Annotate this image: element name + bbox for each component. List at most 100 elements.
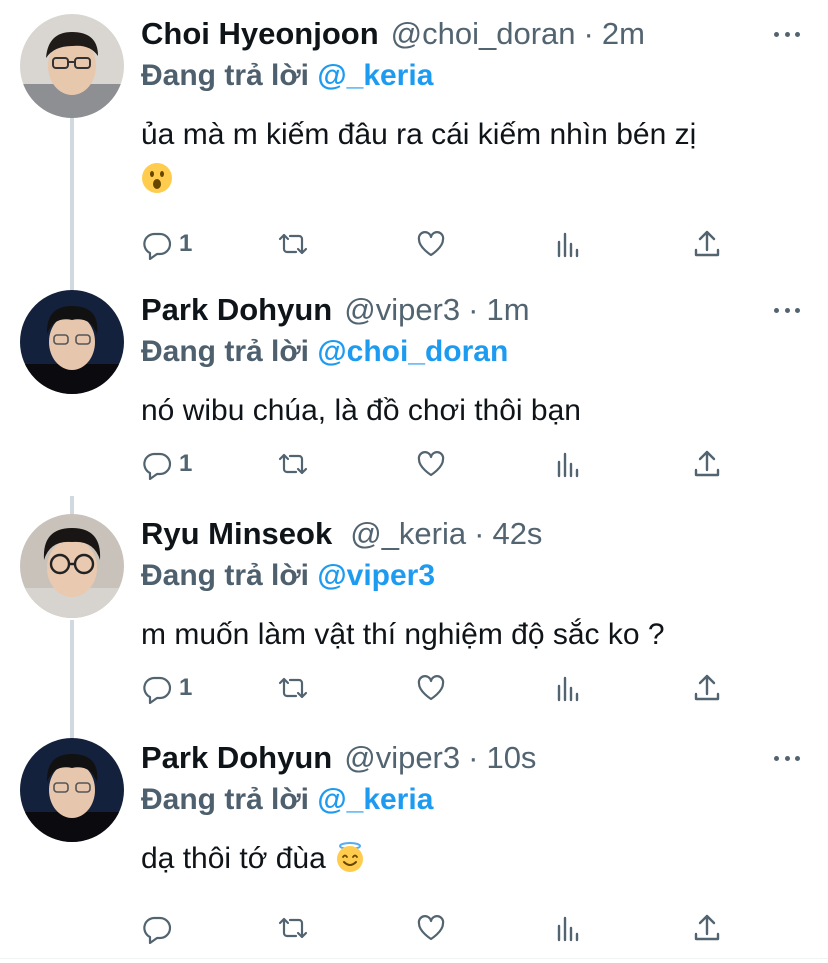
retweet-icon bbox=[278, 453, 308, 475]
display-name[interactable]: Choi Hyeonjoon bbox=[141, 16, 379, 52]
share-upload-icon bbox=[694, 674, 720, 701]
analytics-button[interactable] bbox=[553, 668, 585, 708]
tweet-header: Park Dohyun @viper3 · 1m bbox=[141, 290, 530, 330]
heart-icon bbox=[417, 451, 445, 477]
share-button[interactable] bbox=[691, 668, 723, 708]
bar-chart-icon bbox=[557, 916, 579, 942]
avatar-photo-icon bbox=[20, 738, 124, 842]
like-button[interactable] bbox=[415, 908, 447, 948]
like-button[interactable] bbox=[415, 444, 447, 484]
share-button[interactable] bbox=[691, 224, 723, 264]
heart-icon bbox=[417, 231, 445, 257]
thread-connector-line bbox=[70, 496, 74, 514]
speech-bubble-icon bbox=[143, 452, 172, 480]
tweet[interactable]: Ryu Minseok @_keria · 42s Đang trả lời @… bbox=[0, 514, 828, 714]
display-name[interactable]: Ryu Minseok bbox=[141, 516, 332, 552]
tweet-text-content: nó wibu chúa, là đồ chơi thôi bạn bbox=[141, 394, 581, 427]
reply-button[interactable]: 1 bbox=[141, 444, 192, 484]
tweet-actions: 1 bbox=[141, 668, 741, 708]
avatar[interactable] bbox=[20, 514, 124, 618]
tweet-text: dạ thôi tớ đùa bbox=[141, 836, 801, 881]
replying-to-line: Đang trả lời @_keria bbox=[141, 59, 433, 93]
tweet-header: Choi Hyeonjoon @choi_doran · 2m bbox=[141, 14, 645, 54]
share-button[interactable] bbox=[691, 444, 723, 484]
more-dots-icon[interactable] bbox=[774, 24, 800, 44]
bar-chart-icon bbox=[557, 452, 579, 478]
timestamp[interactable]: 2m bbox=[602, 16, 645, 52]
timestamp[interactable]: 10s bbox=[486, 740, 536, 776]
reply-to-mention[interactable]: @_keria bbox=[317, 59, 433, 92]
speech-bubble-icon bbox=[143, 676, 172, 704]
share-upload-icon bbox=[694, 914, 720, 941]
share-upload-icon bbox=[694, 230, 720, 257]
hushed-face-emoji bbox=[141, 162, 173, 194]
retweet-icon bbox=[278, 917, 308, 939]
reply-button[interactable] bbox=[141, 908, 179, 948]
reply-to-mention[interactable]: @_keria bbox=[317, 783, 433, 816]
retweet-button[interactable] bbox=[277, 224, 309, 264]
speech-bubble-icon bbox=[143, 232, 172, 260]
user-handle[interactable]: @choi_doran bbox=[391, 16, 576, 52]
user-handle[interactable]: @viper3 bbox=[344, 740, 460, 776]
replying-label: Đang trả lời bbox=[141, 783, 310, 816]
tweet[interactable]: Choi Hyeonjoon @choi_doran · 2m Đang trả… bbox=[0, 14, 828, 274]
smiling-face-with-halo-emoji bbox=[334, 841, 366, 873]
reply-button[interactable]: 1 bbox=[141, 224, 192, 264]
replying-to-line: Đang trả lời @choi_doran bbox=[141, 335, 508, 369]
analytics-button[interactable] bbox=[553, 224, 585, 264]
timestamp[interactable]: 1m bbox=[486, 292, 529, 328]
reply-to-mention[interactable]: @viper3 bbox=[317, 559, 435, 592]
replying-to-line: Đang trả lời @viper3 bbox=[141, 559, 435, 593]
analytics-button[interactable] bbox=[553, 444, 585, 484]
retweet-button[interactable] bbox=[277, 444, 309, 484]
separator-dot: · bbox=[468, 292, 479, 327]
avatar[interactable] bbox=[20, 738, 124, 842]
reply-to-mention[interactable]: @choi_doran bbox=[317, 335, 508, 368]
reply-button[interactable]: 1 bbox=[141, 668, 192, 708]
share-upload-icon bbox=[694, 450, 720, 477]
reply-count: 1 bbox=[179, 450, 193, 477]
separator-dot: · bbox=[474, 516, 485, 551]
replying-label: Đang trả lời bbox=[141, 59, 310, 92]
retweet-icon bbox=[278, 677, 308, 699]
replying-label: Đang trả lời bbox=[141, 335, 310, 368]
bar-chart-icon bbox=[557, 676, 579, 702]
separator-dot: · bbox=[468, 740, 479, 775]
retweet-button[interactable] bbox=[277, 908, 309, 948]
like-button[interactable] bbox=[415, 668, 447, 708]
more-dots-icon[interactable] bbox=[774, 300, 800, 320]
user-handle[interactable]: @_keria bbox=[350, 516, 466, 552]
share-button[interactable] bbox=[691, 908, 723, 948]
user-handle[interactable]: @viper3 bbox=[344, 292, 460, 328]
tweet-actions: 1 bbox=[141, 444, 741, 484]
tweet-header: Ryu Minseok @_keria · 42s bbox=[141, 514, 542, 554]
display-name[interactable]: Park Dohyun bbox=[141, 292, 332, 328]
avatar-photo-icon bbox=[20, 514, 124, 618]
bar-chart-icon bbox=[557, 232, 579, 258]
avatar[interactable] bbox=[20, 14, 124, 118]
speech-bubble-icon bbox=[143, 916, 172, 944]
tweet-text: ủa mà m kiếm đâu ra cái kiếm nhìn bén zị bbox=[141, 112, 801, 202]
timestamp[interactable]: 42s bbox=[492, 516, 542, 552]
reply-count: 1 bbox=[179, 674, 193, 701]
heart-icon bbox=[417, 915, 445, 941]
avatar-photo-icon bbox=[20, 14, 124, 118]
tweet-text: m muốn làm vật thí nghiệm độ sắc ko ? bbox=[141, 612, 801, 657]
tweet-text: nó wibu chúa, là đồ chơi thôi bạn bbox=[141, 388, 801, 433]
retweet-icon bbox=[278, 233, 308, 255]
more-dots-icon[interactable] bbox=[774, 748, 800, 768]
replying-to-line: Đang trả lời @_keria bbox=[141, 783, 433, 817]
separator-dot: · bbox=[583, 16, 594, 51]
tweet[interactable]: Park Dohyun @viper3 · 1m Đang trả lời @c… bbox=[0, 290, 828, 490]
retweet-button[interactable] bbox=[277, 668, 309, 708]
tweet-actions: 1 bbox=[141, 224, 741, 264]
avatar[interactable] bbox=[20, 290, 124, 394]
replying-label: Đang trả lời bbox=[141, 559, 310, 592]
tweet-actions bbox=[141, 908, 741, 948]
heart-icon bbox=[417, 675, 445, 701]
analytics-button[interactable] bbox=[553, 908, 585, 948]
tweet[interactable]: Park Dohyun @viper3 · 10s Đang trả lời @… bbox=[0, 738, 828, 953]
like-button[interactable] bbox=[415, 224, 447, 264]
display-name[interactable]: Park Dohyun bbox=[141, 740, 332, 776]
tweet-header: Park Dohyun @viper3 · 10s bbox=[141, 738, 536, 778]
